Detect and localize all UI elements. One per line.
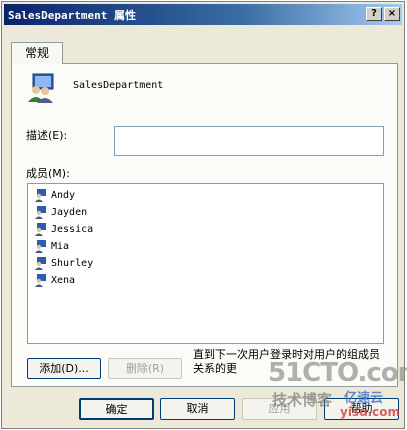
- tab-general[interactable]: 常规: [11, 42, 63, 64]
- list-item[interactable]: Andy: [34, 187, 75, 203]
- member-name: Jessica: [51, 223, 94, 235]
- member-name: Andy: [51, 189, 76, 201]
- member-name: Shurley: [51, 257, 94, 269]
- group-icon: [28, 73, 54, 103]
- watermark-yisu: 亿速云: [344, 391, 384, 406]
- group-name-label: SalesDepartment: [73, 80, 164, 91]
- members-label: 成员(M):: [26, 167, 70, 180]
- list-item[interactable]: Jessica: [34, 221, 93, 237]
- close-title-button[interactable]: ×: [384, 7, 400, 21]
- description-label: 描述(E):: [26, 129, 68, 142]
- watermark-blog: 技术博客: [272, 391, 333, 409]
- add-member-button[interactable]: 添加(D)...: [27, 358, 101, 379]
- user-icon: [35, 257, 46, 270]
- title-bar: SalesDepartment 属性 ? ×: [4, 4, 402, 25]
- user-icon: [35, 189, 46, 202]
- user-icon: [35, 223, 46, 236]
- member-name: Mia: [51, 240, 70, 252]
- watermark-51cto: 51CTO.com: [268, 358, 407, 388]
- ok-button[interactable]: 确定: [79, 398, 154, 420]
- member-name: Xena: [51, 274, 76, 286]
- remove-member-button[interactable]: 删除(R): [108, 358, 182, 379]
- member-name: Jayden: [51, 206, 88, 218]
- list-item[interactable]: Xena: [34, 272, 75, 288]
- user-icon: [35, 240, 46, 253]
- cancel-button[interactable]: 取消: [160, 398, 235, 420]
- watermark-yisu-url: yisu.com: [340, 405, 401, 419]
- description-input[interactable]: [114, 126, 384, 156]
- list-item[interactable]: Jayden: [34, 204, 87, 220]
- window-title: SalesDepartment 属性: [8, 9, 136, 22]
- user-icon: [35, 206, 46, 219]
- list-item[interactable]: Shurley: [34, 255, 93, 271]
- help-title-button[interactable]: ?: [366, 7, 382, 21]
- user-icon: [35, 274, 46, 287]
- list-item[interactable]: Mia: [34, 238, 69, 254]
- members-list[interactable]: Andy Jayden Jessica Mia Shurley Xena: [27, 183, 384, 344]
